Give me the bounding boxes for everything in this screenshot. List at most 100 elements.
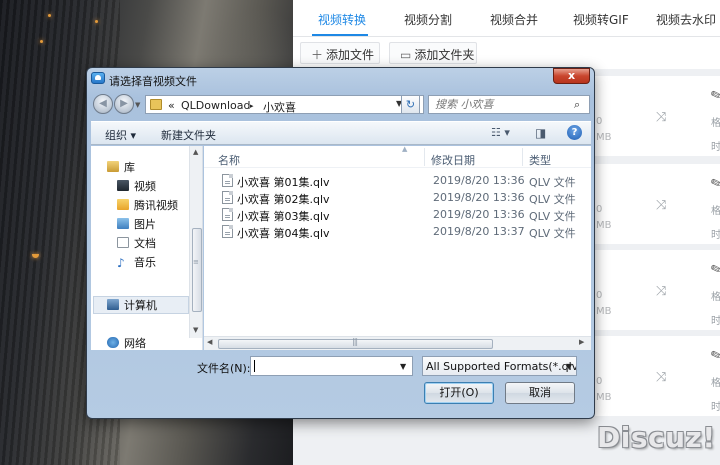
nav-item-label: 音乐 <box>134 256 156 269</box>
ember-spark <box>95 20 98 23</box>
nav-item-tencent-video[interactable]: 腾讯视频 <box>117 197 178 213</box>
pencil-icon[interactable]: ✎ <box>709 260 720 279</box>
nav-item-pictures[interactable]: 图片 <box>117 216 156 232</box>
pencil-icon[interactable]: ✎ <box>709 346 720 365</box>
card-size-value: 0 <box>596 290 603 301</box>
text-caret <box>254 360 255 372</box>
column-header-type[interactable]: 类型 <box>529 152 551 168</box>
column-divider[interactable] <box>522 148 523 166</box>
column-divider[interactable] <box>424 148 425 166</box>
view-options-icon[interactable]: ☷ ▾ <box>491 126 510 139</box>
organize-menu[interactable]: 组织 ▾ <box>105 127 136 143</box>
help-icon[interactable]: ? <box>567 125 582 140</box>
nav-item-music[interactable]: ♪ 音乐 <box>117 254 156 270</box>
breadcrumb-qldownload[interactable]: QLDownload <box>181 99 250 112</box>
breadcrumb-overflow[interactable]: « <box>168 99 175 112</box>
recent-locations-dropdown-icon[interactable]: ▼ <box>135 101 140 109</box>
pictures-icon <box>117 218 129 229</box>
dialog-titlebar[interactable]: 请选择音视频文件 x <box>87 68 594 90</box>
card-size-unit: MB <box>596 306 612 317</box>
column-header-date[interactable]: 修改日期 <box>431 152 475 168</box>
preview-pane-icon[interactable]: ◨ <box>535 126 546 140</box>
file-row[interactable]: 小欢喜 第04集.qlv 2019/8/20 13:37 QLV 文件 <box>204 223 591 240</box>
music-icon: ♪ <box>117 256 125 270</box>
close-button[interactable]: x <box>553 68 590 84</box>
pencil-icon[interactable]: ✎ <box>709 174 720 193</box>
open-button[interactable]: 打开(O) <box>424 382 494 404</box>
chevron-down-icon[interactable]: ▼ <box>400 362 406 371</box>
scrollbar-thumb[interactable] <box>192 228 202 312</box>
folder-icon <box>150 99 162 110</box>
scroll-down-icon[interactable]: ▼ <box>193 326 198 334</box>
filename-input[interactable] <box>253 359 393 372</box>
add-file-button[interactable]: ＋添加文件 <box>300 42 380 64</box>
tab-video-split[interactable]: 视频分割 <box>404 11 452 28</box>
address-bar[interactable]: « QLDownload ▸ 小欢喜 ▼ <box>145 95 424 114</box>
card-format-label: 格 <box>711 378 720 389</box>
scroll-up-icon[interactable]: ▲ <box>193 148 198 156</box>
close-icon: x <box>567 69 576 82</box>
file-name: 小欢喜 第04集.qlv <box>237 227 330 240</box>
nav-item-computer[interactable]: 计算机 <box>107 297 157 313</box>
card-size-unit: MB <box>596 392 612 403</box>
file-type-filter-select[interactable]: All Supported Formats(*.qlv; ▼ <box>422 356 577 376</box>
nav-item-network[interactable]: 网络 <box>107 335 146 350</box>
scroll-right-icon[interactable]: ▶ <box>579 338 584 346</box>
nav-item-label: 库 <box>124 161 135 174</box>
computer-icon <box>107 299 119 310</box>
card-duration-label: 时 <box>711 142 720 153</box>
search-input[interactable] <box>435 98 575 111</box>
card-format-label: 格 <box>711 118 720 129</box>
file-icon <box>222 191 233 204</box>
forward-button[interactable]: ▶ <box>114 94 134 114</box>
sort-ascending-icon: ▲ <box>402 146 408 153</box>
file-date: 2019/8/20 13:36 <box>433 191 525 204</box>
breadcrumb-current-folder[interactable]: 小欢喜 <box>263 99 296 115</box>
folder-icon: ▭ <box>400 48 412 62</box>
card-size-unit: MB <box>596 132 612 143</box>
shuffle-icon[interactable]: ⤨ <box>656 110 666 125</box>
filename-combobox[interactable]: ▼ <box>250 356 413 376</box>
column-headers: ▲ 名称 修改日期 类型 <box>204 146 591 168</box>
shuffle-icon[interactable]: ⤨ <box>656 284 666 299</box>
back-button[interactable]: ◀ <box>93 94 113 114</box>
nav-item-library[interactable]: 库 <box>107 159 135 175</box>
horizontal-scrollbar[interactable]: ◀ ||| ▶ <box>204 336 591 350</box>
nav-item-videos[interactable]: 视频 <box>117 178 156 194</box>
filter-selected-value: All Supported Formats(*.qlv; <box>426 360 577 373</box>
tab-video-merge[interactable]: 视频合并 <box>490 11 538 28</box>
card-size-value: 0 <box>596 204 603 215</box>
nav-item-label: 视频 <box>134 180 156 193</box>
pencil-icon[interactable]: ✎ <box>709 86 720 105</box>
shuffle-icon[interactable]: ⤨ <box>656 370 666 385</box>
file-icon <box>222 225 233 238</box>
breadcrumb-separator-icon[interactable]: ▸ <box>250 102 254 110</box>
nav-scrollbar[interactable]: ▲ ≡ ▼ <box>189 146 202 338</box>
filename-label: 文件名(N): <box>197 362 251 375</box>
grip-icon: ||| <box>352 337 358 346</box>
main-tabs: 视频转换 视频分割 视频合并 视频转GIF 视频去水印 <box>293 0 720 37</box>
tab-video-to-gif[interactable]: 视频转GIF <box>573 11 629 28</box>
add-folder-button[interactable]: ▭ 添加文件夹 <box>389 42 477 64</box>
shuffle-icon[interactable]: ⤨ <box>656 198 666 213</box>
dialog-title: 请选择音视频文件 <box>109 75 197 88</box>
file-row[interactable]: 小欢喜 第02集.qlv 2019/8/20 13:36 QLV 文件 <box>204 189 591 206</box>
grip-icon: ≡ <box>193 258 199 266</box>
new-folder-button[interactable]: 新建文件夹 <box>161 127 216 143</box>
nav-item-documents[interactable]: 文档 <box>117 235 156 251</box>
search-icon[interactable]: ⌕ <box>574 98 580 112</box>
nav-item-label: 计算机 <box>124 299 157 312</box>
card-duration-label: 时 <box>711 230 720 241</box>
file-row[interactable]: 小欢喜 第03集.qlv 2019/8/20 13:36 QLV 文件 <box>204 206 591 223</box>
refresh-button[interactable]: ↻ <box>401 95 420 114</box>
file-row[interactable]: 小欢喜 第01集.qlv 2019/8/20 13:36 QLV 文件 <box>204 172 591 189</box>
file-name: 小欢喜 第03集.qlv <box>237 210 330 223</box>
cancel-button[interactable]: 取消 <box>505 382 575 404</box>
card-format-label: 格 <box>711 206 720 217</box>
scroll-left-icon[interactable]: ◀ <box>207 338 212 346</box>
file-type: QLV 文件 <box>529 193 576 206</box>
tab-video-remove-watermark[interactable]: 视频去水印 <box>656 11 716 28</box>
tab-video-convert[interactable]: 视频转换 <box>318 11 366 28</box>
add-file-label: 添加文件 <box>326 48 375 62</box>
column-header-name[interactable]: 名称 <box>218 152 240 168</box>
